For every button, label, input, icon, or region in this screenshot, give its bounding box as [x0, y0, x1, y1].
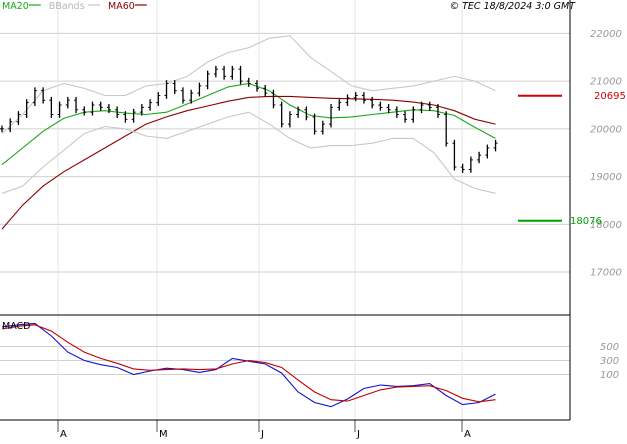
- legend-label: MA60: [108, 1, 135, 12]
- month-label: J: [356, 429, 360, 440]
- month-label: M: [159, 429, 168, 440]
- month-label: A: [60, 429, 67, 440]
- level-label: 20695: [594, 91, 626, 102]
- price-y-tick-label: 17000: [590, 268, 622, 279]
- macd-y-tick-label: 500: [600, 342, 619, 353]
- macd-y-tick-label: 100: [600, 370, 619, 381]
- month-label: A: [464, 429, 471, 440]
- chart-title: © TEC 18/8/2024 3:0 GMT: [450, 1, 577, 12]
- month-label: J: [260, 429, 264, 440]
- stock-chart: 17000 18000 19000 20000 21000 22000 100 300 500 A…: [0, 0, 627, 440]
- macd-title: MACD: [2, 321, 30, 332]
- chart-canvas: 170001800019000200002100022000100300500A…: [0, 0, 627, 440]
- macd-y-tick-label: 300: [600, 356, 619, 367]
- price-y-tick-label: 22000: [590, 29, 622, 40]
- legend-label: MA20: [2, 1, 29, 12]
- legend-label: BBands: [49, 1, 85, 12]
- price-y-tick-label: 21000: [590, 77, 622, 88]
- level-label: 18076: [570, 216, 602, 227]
- price-y-tick-label: 19000: [590, 172, 622, 183]
- price-y-tick-label: 20000: [590, 124, 622, 135]
